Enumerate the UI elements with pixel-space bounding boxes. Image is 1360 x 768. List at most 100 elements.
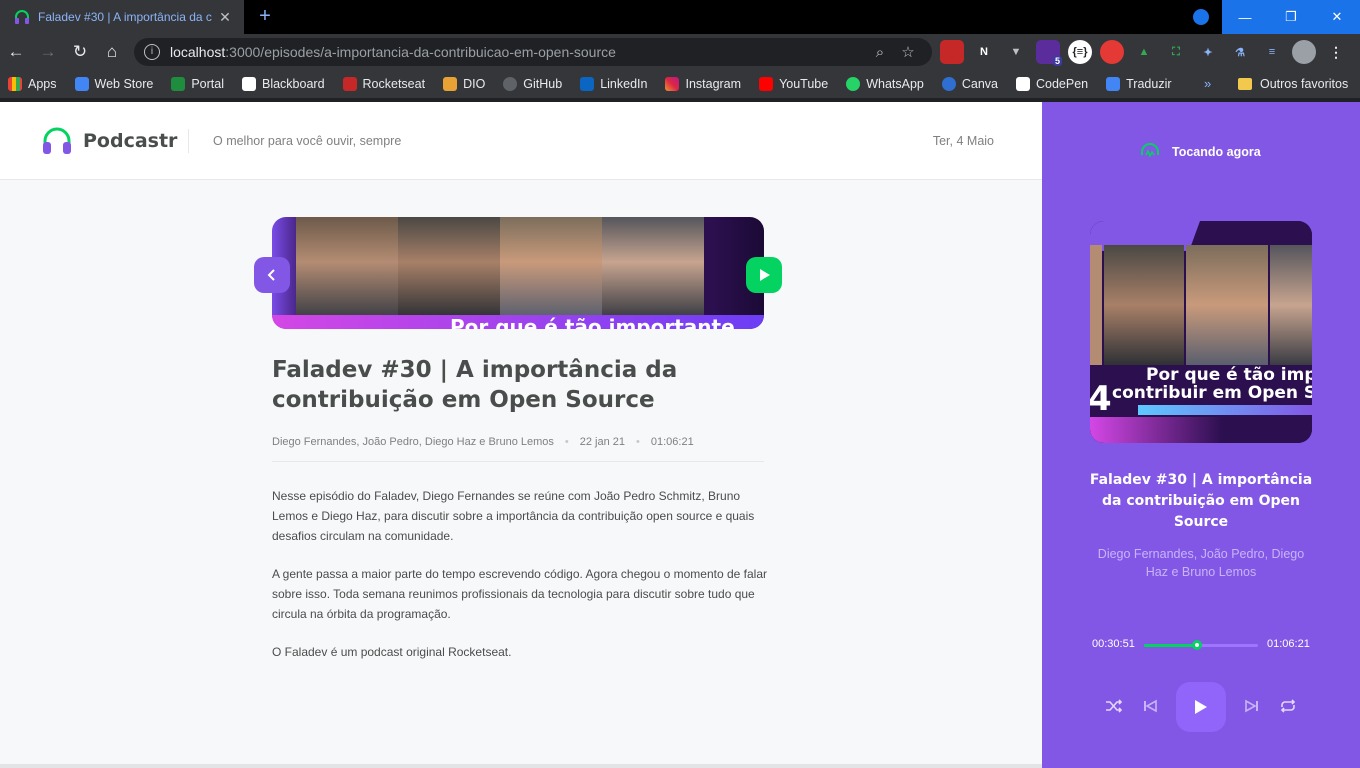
bookmark-instagram[interactable]: Instagram [665,77,741,91]
web-store-icon [74,77,89,91]
site-info-icon[interactable]: i [144,44,160,60]
browser-tab-active[interactable]: Faladev #30 | A importância da c ✕ [0,0,244,34]
bookmark-traduzir[interactable]: Traduzir [1106,77,1172,91]
linkedin-icon [580,77,595,91]
forward-arrow-icon[interactable]: → [38,42,58,62]
chrome-menu-icon[interactable]: ⋮ [1324,40,1348,64]
episode-description: Nesse episódio do Faladev, Diego Fernand… [272,486,772,680]
extension-json-icon[interactable]: {≡} [1068,40,1092,64]
extension-drive-icon[interactable]: ▲ [1132,40,1156,64]
repeat-icon [1280,699,1296,713]
now-playing-header: Tocando agora [1140,142,1261,162]
app-page: Podcastr O melhor para você ouvir, sempr… [0,102,1360,768]
cover-face-1 [1104,245,1184,365]
header-date: Ter, 4 Maio [932,134,994,148]
meta-separator-dot: • [636,436,640,448]
extension-lastpass-icon[interactable] [1100,40,1124,64]
github-icon [503,77,518,91]
portal-icon [171,77,186,91]
repeat-button[interactable] [1276,694,1300,718]
thumbnail-face-3 [500,217,602,317]
window-controls: — ❐ ✕ [1222,0,1360,34]
current-time: 00:30:51 [1092,638,1135,650]
close-window-button[interactable]: ✕ [1314,0,1360,34]
headphones-favicon-icon [15,10,29,24]
page-scroll-edge [0,764,1042,768]
episode-title: Faladev #30 | A importância da contribui… [272,357,678,413]
tab-close-icon[interactable]: ✕ [216,9,234,26]
folder-icon [1238,78,1252,90]
description-paragraph: A gente passa a maior parte do tempo esc… [272,567,767,621]
extension-vue-icon[interactable]: ▼ [1004,40,1028,64]
media-queue-icon[interactable]: ≡ [1260,40,1284,64]
podcastr-logo[interactable]: Podcastr [42,126,177,156]
bookmark-dio[interactable]: DIO [443,77,485,91]
extension-badge-icon[interactable]: 5 [1036,40,1062,66]
chevron-left-icon [267,269,275,281]
description-paragraph: Nesse episódio do Faladev, Diego Fernand… [272,489,755,543]
meta-separator-dot: • [564,436,569,448]
play-episode-button[interactable] [746,257,782,293]
codepen-icon [1016,77,1030,91]
shuffle-button[interactable] [1102,694,1126,718]
extensions-puzzle-icon[interactable]: ✦ [1196,40,1220,64]
profile-avatar[interactable] [1292,40,1316,64]
new-tab-button[interactable]: + [254,5,276,27]
zoom-icon[interactable]: ⌕ [866,44,894,61]
browser-toolbar: ← → ↻ ⌂ i localhost:3000/episodes/a-impo… [0,34,1360,70]
player-play-button[interactable] [1176,682,1226,732]
skip-next-icon [1245,699,1258,713]
bookmark-blackboard[interactable]: Blackboard [241,77,325,91]
restore-button[interactable]: ❐ [1268,0,1314,34]
bookmark-apps[interactable]: Apps [8,77,57,91]
episode-meta: Diego Fernandes, João Pedro, Diego Haz e… [272,436,764,462]
cover-face-2 [1186,245,1268,365]
now-playing-label: Tocando agora [1172,145,1261,159]
profile-download-icon[interactable] [1193,9,1209,25]
bookmark-star-icon[interactable]: ☆ [894,43,922,61]
apps-grid-icon [8,77,22,91]
player-sidebar: Tocando agora 4 Por que é tão imp contri… [1042,102,1360,768]
extension-red-icon[interactable] [940,40,964,64]
translate-icon [1106,77,1121,91]
thumbnail-caption: Por que é tão importante [450,315,735,329]
home-icon[interactable]: ⌂ [102,42,122,62]
player-cover: 4 Por que é tão imp contribuir em Open S [1090,221,1312,443]
back-arrow-icon[interactable]: ← [6,42,26,62]
progress-slider-handle[interactable] [1192,640,1202,650]
bookmark-codepen[interactable]: CodePen [1016,77,1088,91]
progress-slider[interactable] [1144,640,1258,650]
back-button[interactable] [254,257,290,293]
bookmark-rocketseat[interactable]: Rocketseat [342,77,425,91]
episode-thumbnail: Por que é tão importante [272,217,764,329]
bookmarks-bar: Apps Web Store Portal Blackboard Rockets… [0,70,1360,98]
address-bar[interactable]: i localhost:3000/episodes/a-importancia-… [134,38,932,66]
skip-previous-icon [1144,699,1157,713]
bookmark-web-store[interactable]: Web Store [74,77,153,91]
bookmarks-overflow-button[interactable]: » [1204,76,1211,91]
player-episode-members: Diego Fernandes, João Pedro, Diego Haz e… [1097,547,1305,579]
headphones-logo-icon [43,127,71,154]
bookmark-youtube[interactable]: YouTube [759,77,828,91]
extension-screenshot-icon[interactable]: ⛶ [1164,40,1188,64]
bookmark-portal[interactable]: Portal [171,77,224,91]
other-bookmarks[interactable]: Outros favoritos [1238,70,1348,98]
cover-number: 4 [1090,379,1112,419]
extension-lab-icon[interactable]: ⚗ [1228,40,1252,64]
bookmark-whatsapp[interactable]: WhatsApp [846,77,924,91]
bookmark-github[interactable]: GitHub [503,77,562,91]
bookmark-canva[interactable]: Canva [941,77,998,91]
episode-members: Diego Fernandes, João Pedro, Diego Haz e… [272,436,554,448]
bookmark-linkedin[interactable]: LinkedIn [580,77,647,91]
thumbnail-face-2 [398,217,500,317]
rocketseat-icon [342,77,357,91]
thumbnail-face-4 [602,217,704,317]
extension-n-icon[interactable]: N [972,40,996,64]
total-time: 01:06:21 [1267,638,1310,650]
previous-button[interactable] [1138,694,1162,718]
reload-icon[interactable]: ↻ [70,42,90,62]
next-button[interactable] [1240,694,1264,718]
minimize-button[interactable]: — [1222,0,1268,34]
header-divider [188,129,189,153]
whatsapp-icon [846,77,861,91]
